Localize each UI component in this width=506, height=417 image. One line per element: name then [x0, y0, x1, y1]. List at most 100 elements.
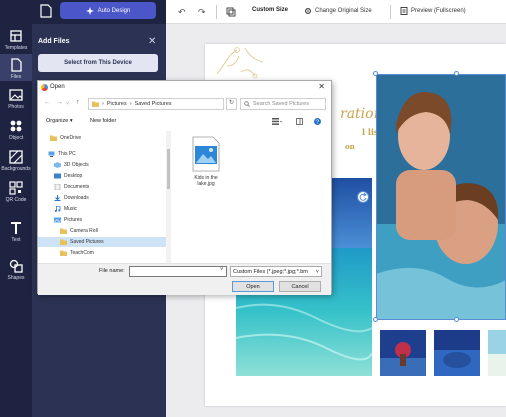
- invitation-sub-text[interactable]: on: [345, 142, 355, 151]
- resize-handle-top[interactable]: [454, 71, 459, 76]
- close-icon[interactable]: ✕: [318, 82, 325, 91]
- address-bar[interactable]: › Pictures › Saved Pictures: [88, 98, 224, 110]
- shapes-icon: [9, 259, 23, 273]
- chevron-down-icon: ˅: [315, 268, 319, 275]
- rail-item-files[interactable]: Files: [0, 54, 32, 81]
- gear-icon: [304, 7, 312, 15]
- navigation-pane: OneDrive This PC 3D Objects Desktop Docu…: [38, 131, 172, 263]
- rail-label: Shapes: [7, 275, 25, 281]
- rail-label: Backgrounds: [1, 166, 31, 172]
- gallery-thumbnail[interactable]: [434, 330, 480, 376]
- nav-item-camera-roll[interactable]: Camera Roll: [38, 226, 166, 236]
- nav-item-label: 3D Objects: [64, 162, 89, 168]
- nav-item-label: Desktop: [64, 173, 83, 179]
- toolbar-divider: [390, 5, 391, 19]
- preview-pane-icon[interactable]: [296, 118, 303, 127]
- rail-label: Photos: [8, 104, 24, 110]
- left-rail: Templates Files Photos Object Background…: [0, 0, 32, 417]
- computer-icon: [48, 151, 55, 157]
- folder-icon: [60, 228, 67, 234]
- nav-item-3d-objects[interactable]: 3D Objects: [38, 160, 166, 170]
- up-arrow-icon[interactable]: ↑: [76, 99, 80, 106]
- undo-icon[interactable]: ↶: [178, 7, 186, 18]
- selection-box[interactable]: [376, 74, 506, 320]
- custom-size-button[interactable]: Custom Size: [252, 7, 288, 13]
- help-icon[interactable]: ?: [314, 118, 321, 127]
- rotate-handle-icon[interactable]: [357, 191, 369, 203]
- view-options-icon[interactable]: [272, 118, 282, 127]
- download-icon: [54, 195, 61, 201]
- rail-label: Text: [11, 237, 21, 243]
- search-icon: [244, 101, 250, 107]
- select-from-device-button[interactable]: Select from This Device: [38, 54, 158, 72]
- nav-item-saved-pictures[interactable]: Saved Pictures: [38, 237, 166, 247]
- auto-design-button[interactable]: Auto Design: [60, 2, 156, 19]
- new-folder-button[interactable]: New folder: [90, 118, 116, 124]
- folder-icon: [92, 101, 99, 107]
- search-input[interactable]: Search Saved Pictures: [240, 98, 326, 110]
- cancel-button[interactable]: Cancel: [279, 281, 321, 292]
- templates-icon: [10, 30, 22, 42]
- breadcrumb-separator: ›: [129, 101, 132, 107]
- folder-icon: [60, 239, 67, 245]
- file-type-select[interactable]: Custom Files (*.jpeg;*.jpg;*.bm ˅: [230, 266, 322, 277]
- rail-item-text[interactable]: Text: [0, 221, 32, 243]
- resize-handle-bottom[interactable]: [454, 317, 459, 322]
- resize-handle-bottom-left[interactable]: [373, 317, 378, 322]
- nav-item-desktop[interactable]: Desktop: [38, 171, 166, 181]
- document-icon: [400, 7, 408, 15]
- resize-icon[interactable]: [226, 7, 236, 17]
- nav-item-music[interactable]: Music: [38, 204, 166, 214]
- breadcrumb-separator: ›: [102, 101, 104, 107]
- change-size-button[interactable]: Change Original Size: [304, 7, 372, 15]
- rail-item-shapes[interactable]: Shapes: [0, 259, 32, 281]
- organize-menu[interactable]: Organize ▾: [46, 118, 73, 124]
- nav-item-teachcom[interactable]: TeachCom: [38, 248, 166, 258]
- rail-item-qr-code[interactable]: QR Code: [0, 181, 32, 203]
- nav-item-documents[interactable]: Documents: [38, 182, 166, 192]
- rail-item-templates[interactable]: Templates: [0, 29, 32, 51]
- chevron-down-icon[interactable]: ˅: [220, 267, 224, 273]
- gallery-thumbnail[interactable]: [488, 330, 506, 376]
- forward-arrow-icon[interactable]: →: [56, 99, 63, 106]
- nav-item-onedrive[interactable]: OneDrive: [38, 133, 166, 143]
- breadcrumb-item[interactable]: Saved Pictures: [135, 101, 172, 107]
- rail-item-object[interactable]: Object: [0, 119, 32, 141]
- toolbar-divider: [216, 5, 217, 19]
- back-arrow-icon[interactable]: ←: [44, 99, 51, 106]
- desktop-icon: [54, 173, 61, 179]
- files-icon: [11, 58, 22, 72]
- rail-label: Templates: [4, 45, 28, 51]
- open-button[interactable]: Open: [232, 281, 274, 292]
- cube-icon: [54, 162, 61, 168]
- dialog-title: Open: [50, 84, 65, 90]
- preview-button[interactable]: Preview (Fullscreen): [400, 7, 466, 15]
- rail-item-backgrounds[interactable]: Backgrounds: [0, 150, 32, 172]
- chevron-down-icon[interactable]: ˅: [66, 101, 69, 107]
- redo-icon[interactable]: ↷: [198, 7, 206, 18]
- file-item[interactable]: Kids in the lake.jpg: [188, 136, 224, 187]
- nav-item-label: Saved Pictures: [70, 239, 104, 245]
- nav-item-label: Camera Roll: [70, 228, 98, 234]
- nav-item-pictures[interactable]: Pictures: [38, 215, 166, 225]
- rail-item-photos[interactable]: Photos: [0, 88, 32, 110]
- resize-handle-top-left[interactable]: [373, 71, 378, 76]
- gallery-thumbnail[interactable]: [380, 330, 426, 376]
- breadcrumb-item[interactable]: Pictures: [107, 101, 127, 107]
- panel-title: Add Files: [38, 38, 70, 45]
- close-icon[interactable]: ✕: [148, 36, 156, 47]
- sparkle-icon: [85, 6, 94, 15]
- filename-label: File name:: [99, 268, 125, 274]
- refresh-icon[interactable]: ↻: [226, 98, 237, 110]
- nav-scrollbar-thumb[interactable]: [167, 149, 170, 189]
- file-item-label: Kids in the lake.jpg: [194, 175, 218, 187]
- file-list: Kids in the lake.jpg: [174, 131, 331, 263]
- open-file-dialog: Open ✕ ← → ˅ ↑ › Pictures › Saved Pictur…: [37, 80, 332, 295]
- auto-design-label: Auto Design: [97, 7, 131, 14]
- new-file-icon[interactable]: [40, 4, 52, 18]
- backgrounds-icon: [9, 150, 23, 164]
- filename-input[interactable]: ˅: [129, 266, 227, 277]
- nav-item-this-pc[interactable]: This PC: [38, 149, 166, 159]
- nav-item-label: OneDrive: [60, 135, 82, 141]
- nav-item-downloads[interactable]: Downloads: [38, 193, 166, 203]
